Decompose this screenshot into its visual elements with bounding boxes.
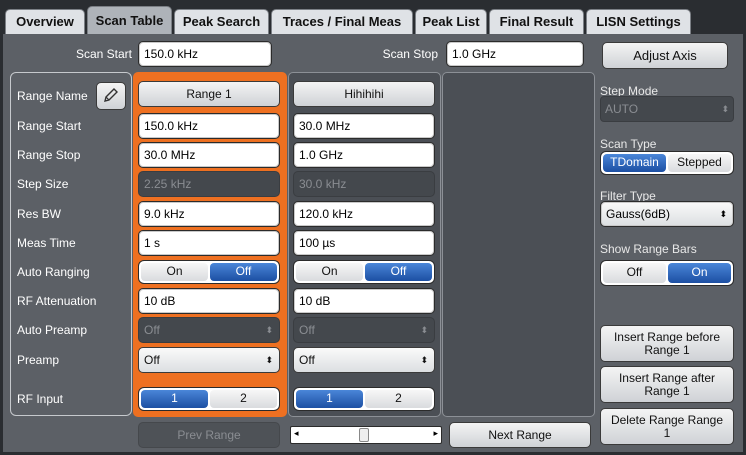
dropdown-arrow-icon: ⬍	[719, 209, 727, 219]
scan-start-field[interactable]: 150.0 kHz	[138, 41, 272, 67]
range-1-meas-time-field[interactable]: 1 s	[138, 230, 280, 256]
scan-type-tdomain[interactable]: TDomain	[603, 154, 666, 172]
edit-name-button[interactable]	[96, 82, 126, 110]
range-2-preamp-select[interactable]: Off ⬍	[293, 347, 435, 373]
range-2-meas-time-field[interactable]: 100 µs	[293, 230, 435, 256]
range-2-name-button[interactable]: Hihihihi	[293, 81, 435, 107]
range-2-auto-preamp-select: Off ⬍	[293, 317, 435, 343]
show-range-bars-toggle[interactable]: Off On	[600, 260, 734, 286]
filter-type-select[interactable]: Gauss(6dB) ⬍	[600, 201, 734, 227]
next-range-button[interactable]: Next Range	[449, 422, 591, 448]
range-1-rf-input-1[interactable]: 1	[141, 390, 208, 408]
label-auto-preamp: Auto Preamp	[17, 323, 88, 337]
tab-bar: Overview Scan Table Peak Search Traces /…	[0, 0, 746, 35]
insert-range-before-button[interactable]: Insert Range before Range 1	[600, 325, 734, 362]
range-2-rf-att-field[interactable]: 10 dB	[293, 288, 435, 314]
dropdown-arrow-icon: ⬍	[721, 104, 729, 114]
tab-traces-final-meas[interactable]: Traces / Final Meas	[271, 9, 413, 35]
range-1-rf-input-2[interactable]: 2	[210, 390, 277, 408]
range-1-start-field[interactable]: 150.0 kHz	[138, 113, 280, 139]
scan-type-label: Scan Type	[600, 137, 657, 151]
label-auto-ranging: Auto Ranging	[17, 265, 90, 279]
dropdown-arrow-icon: ⬍	[420, 355, 428, 365]
insert-range-after-button[interactable]: Insert Range after Range 1	[600, 366, 734, 403]
filter-type-value: Gauss(6dB)	[606, 207, 671, 221]
range-2-res-bw-field[interactable]: 120.0 kHz	[293, 201, 435, 227]
range-1-step-field: 2.25 kHz	[138, 171, 280, 197]
tab-peak-list[interactable]: Peak List	[415, 9, 487, 35]
dropdown-arrow-icon: ⬍	[420, 325, 428, 335]
range-scrollbar[interactable]: ◂ ▸	[290, 426, 442, 444]
range-1-auto-ranging-on[interactable]: On	[141, 263, 208, 281]
range-column-3-empty	[442, 72, 595, 417]
tab-overview[interactable]: Overview	[5, 9, 85, 35]
show-range-bars-off[interactable]: Off	[603, 263, 666, 283]
scan-type-toggle[interactable]: TDomain Stepped	[600, 151, 734, 175]
range-2-auto-ranging-off[interactable]: Off	[365, 263, 432, 281]
range-2-stop-field[interactable]: 1.0 GHz	[293, 142, 435, 168]
prev-range-button: Prev Range	[138, 422, 280, 448]
range-2-auto-ranging-toggle[interactable]: On Off	[293, 260, 435, 284]
range-2-step-field: 30.0 kHz	[293, 171, 435, 197]
range-2-auto-preamp-value: Off	[299, 323, 315, 337]
tab-peak-search[interactable]: Peak Search	[174, 9, 269, 35]
label-rf-attenuation: RF Attenuation	[17, 294, 97, 308]
label-range-name: Range Name	[17, 89, 88, 103]
label-preamp: Preamp	[17, 353, 60, 367]
range-1-auto-preamp-select: Off ⬍	[138, 317, 280, 343]
tab-lisn-settings[interactable]: LISN Settings	[586, 9, 691, 35]
step-mode-select: AUTO ⬍	[600, 96, 734, 122]
scan-type-stepped[interactable]: Stepped	[668, 154, 731, 172]
delete-range-button[interactable]: Delete Range Range 1	[600, 408, 734, 445]
range-2-rf-input-toggle[interactable]: 1 2	[293, 387, 435, 411]
range-1-auto-ranging-off[interactable]: Off	[210, 263, 277, 281]
scroll-left-icon[interactable]: ◂	[294, 428, 299, 439]
range-1-rf-att-field[interactable]: 10 dB	[138, 288, 280, 314]
label-step-size: Step Size	[17, 177, 69, 191]
range-1-preamp-select[interactable]: Off ⬍	[138, 347, 280, 373]
range-2-rf-input-1[interactable]: 1	[296, 390, 363, 408]
tab-final-result[interactable]: Final Result	[489, 9, 584, 35]
range-1-preamp-value: Off	[144, 353, 160, 367]
range-1-rf-input-toggle[interactable]: 1 2	[138, 387, 280, 411]
scan-stop-label: Scan Stop	[382, 47, 438, 61]
range-2-preamp-value: Off	[299, 353, 315, 367]
range-1-auto-preamp-value: Off	[144, 323, 160, 337]
range-2-auto-ranging-on[interactable]: On	[296, 263, 363, 281]
label-rf-input: RF Input	[17, 392, 64, 406]
adjust-axis-button[interactable]: Adjust Axis	[602, 42, 728, 69]
step-mode-value: AUTO	[605, 102, 639, 116]
label-meas-time: Meas Time	[17, 236, 76, 250]
show-range-bars-label: Show Range Bars	[600, 242, 697, 256]
scroll-thumb[interactable]	[359, 428, 369, 442]
scroll-right-icon[interactable]: ▸	[433, 428, 438, 439]
dropdown-arrow-icon: ⬍	[265, 325, 273, 335]
label-range-stop: Range Stop	[17, 148, 81, 162]
label-range-start: Range Start	[17, 119, 82, 133]
label-res-bw: Res BW	[17, 207, 62, 221]
range-1-name-button[interactable]: Range 1	[138, 81, 280, 107]
range-1-auto-ranging-toggle[interactable]: On Off	[138, 260, 280, 284]
range-1-stop-field[interactable]: 30.0 MHz	[138, 142, 280, 168]
range-2-rf-input-2[interactable]: 2	[365, 390, 432, 408]
dropdown-arrow-icon: ⬍	[265, 355, 273, 365]
scan-start-label: Scan Start	[75, 47, 132, 61]
range-2-start-field[interactable]: 30.0 MHz	[293, 113, 435, 139]
show-range-bars-on[interactable]: On	[668, 263, 731, 283]
range-1-res-bw-field[interactable]: 9.0 kHz	[138, 201, 280, 227]
pencil-icon	[102, 88, 120, 107]
scan-stop-field[interactable]: 1.0 GHz	[446, 41, 584, 67]
tab-scan-table[interactable]: Scan Table	[87, 6, 172, 35]
